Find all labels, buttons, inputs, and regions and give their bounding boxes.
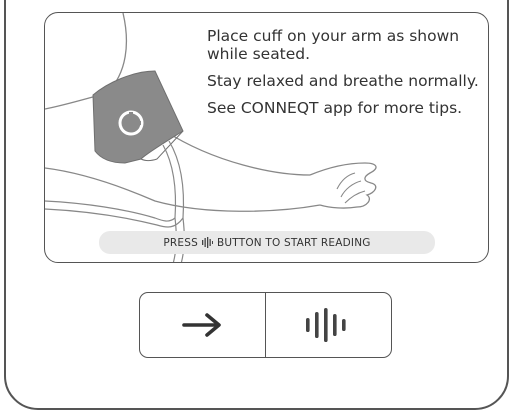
hardware-button-group — [139, 292, 392, 358]
prompt-text-after: BUTTON TO START READING — [216, 236, 371, 249]
waveform-icon — [305, 308, 346, 342]
instruction-line-position: Place cuff on your arm as shown while se… — [207, 27, 460, 63]
start-reading-button[interactable] — [265, 293, 391, 357]
arrow-right-icon — [181, 313, 221, 337]
next-button[interactable] — [140, 293, 265, 357]
waveform-icon — [201, 237, 213, 248]
instruction-text: Place cuff on your arm as shown while se… — [207, 27, 482, 126]
instruction-line-app-tips: See CONNEQT app for more tips. — [207, 99, 463, 117]
display-screen: Place cuff on your arm as shown while se… — [44, 12, 489, 263]
instruction-line-relax: Stay relaxed and breathe normally. — [207, 72, 479, 90]
prompt-text-before: PRESS — [163, 236, 198, 249]
start-reading-prompt: PRESS BUTTON TO START READING — [99, 231, 435, 254]
